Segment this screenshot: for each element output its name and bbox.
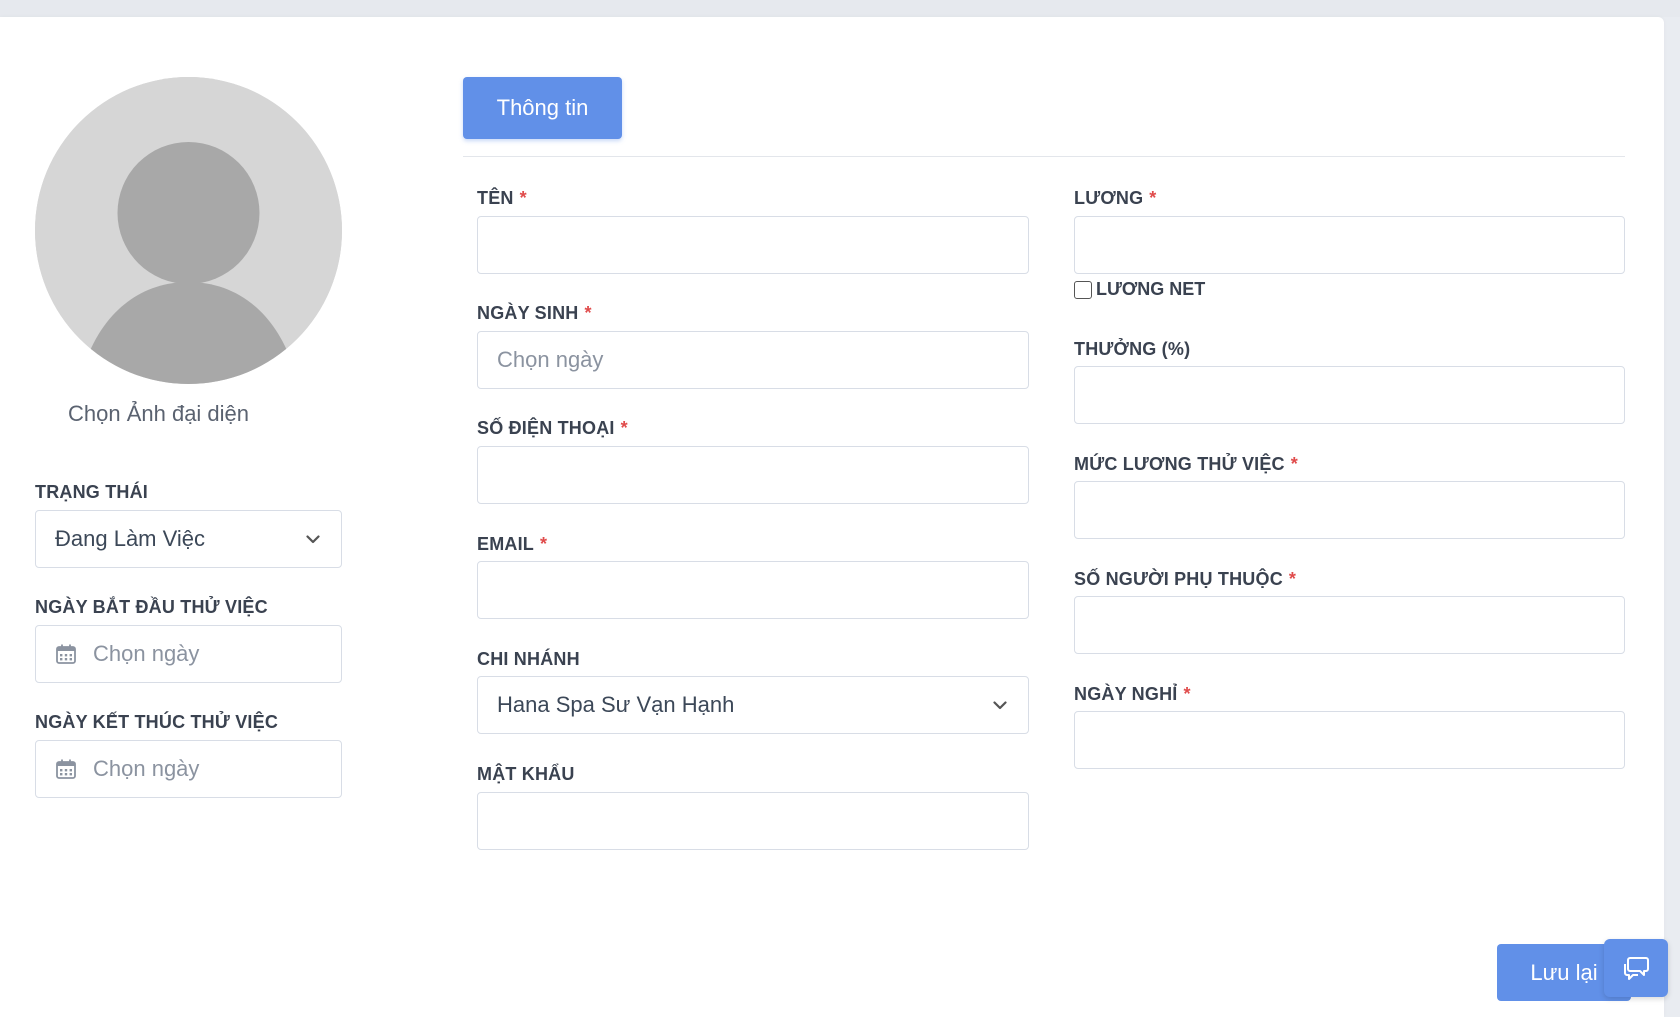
trial-start-label: NGÀY BẮT ĐẦU THỬ VIỆC — [35, 597, 268, 617]
required-mark: * — [1288, 569, 1297, 589]
bonus-input[interactable] — [1074, 366, 1625, 424]
required-mark: * — [584, 303, 592, 323]
trial-salary-input[interactable] — [1074, 481, 1625, 539]
tab-divider — [463, 156, 1625, 157]
chat-icon — [1624, 957, 1649, 980]
chevron-down-icon — [304, 530, 322, 548]
password-input[interactable] — [477, 792, 1029, 850]
trial-end-placeholder: Chọn ngày — [93, 756, 200, 781]
user-placeholder-icon — [35, 77, 342, 384]
net-salary-checkbox[interactable] — [1074, 280, 1092, 299]
branch-label: CHI NHÁNH — [477, 649, 580, 669]
days-off-input[interactable] — [1074, 711, 1625, 769]
birthday-label: NGÀY SINH * — [477, 303, 592, 323]
chevron-down-icon — [991, 696, 1009, 714]
branch-value: Hana Spa Sư Vạn Hạnh — [497, 692, 735, 717]
name-label: TÊN * — [477, 188, 527, 208]
bonus-label: THƯỞNG (%) — [1074, 339, 1191, 359]
status-select[interactable]: Đang Làm Việc — [35, 510, 342, 568]
required-mark: * — [1290, 454, 1298, 474]
net-salary-label: LƯƠNG NET — [1096, 279, 1206, 299]
birthday-placeholder: Chọn ngày — [497, 347, 604, 372]
salary-label: LƯƠNG * — [1074, 188, 1157, 208]
required-mark: * — [540, 534, 548, 554]
email-label: EMAIL * — [477, 534, 548, 554]
salary-input[interactable] — [1074, 216, 1625, 274]
days-off-label: NGÀY NGHỈ * — [1074, 684, 1191, 704]
dependents-input[interactable] — [1074, 596, 1625, 654]
trial-start-date-input[interactable]: Chọn ngày — [35, 625, 342, 683]
phone-label: SỐ ĐIỆN THOẠI * — [477, 418, 628, 438]
top-strip — [0, 0, 1680, 17]
email-input[interactable] — [477, 561, 1029, 619]
status-value: Đang Làm Việc — [55, 526, 206, 551]
choose-avatar-link[interactable]: Chọn Ảnh đại diện — [68, 401, 249, 427]
avatar-image[interactable] — [35, 77, 342, 384]
birthday-date-input[interactable]: Chọn ngày — [477, 331, 1029, 389]
tab-info[interactable]: Thông tin — [463, 77, 622, 139]
trial-end-date-input[interactable]: Chọn ngày — [35, 740, 342, 798]
trial-start-placeholder: Chọn ngày — [93, 641, 200, 666]
net-salary-option[interactable]: LƯƠNG NET — [1074, 279, 1205, 300]
required-mark: * — [519, 188, 527, 208]
phone-input[interactable] — [477, 446, 1029, 504]
dependents-label: SỐ NGƯỜI PHỤ THUỘC * — [1074, 569, 1297, 589]
trial-end-label: NGÀY KẾT THÚC THỬ VIỆC — [35, 712, 279, 732]
required-mark: * — [1149, 188, 1157, 208]
required-mark: * — [1183, 684, 1191, 704]
password-label: MẬT KHẨU — [477, 764, 575, 784]
calendar-icon — [55, 643, 77, 665]
employee-form-card: Chọn Ảnh đại diện TRẠNG THÁI Đang Làm Vi… — [0, 17, 1664, 1017]
status-label: TRẠNG THÁI — [35, 482, 148, 502]
branch-select[interactable]: Hana Spa Sư Vạn Hạnh — [477, 676, 1029, 734]
chat-button[interactable] — [1604, 939, 1668, 997]
trial-salary-label: MỨC LƯƠNG THỬ VIỆC * — [1074, 454, 1298, 474]
name-input[interactable] — [477, 216, 1029, 274]
calendar-icon — [55, 758, 77, 780]
required-mark: * — [620, 418, 628, 438]
